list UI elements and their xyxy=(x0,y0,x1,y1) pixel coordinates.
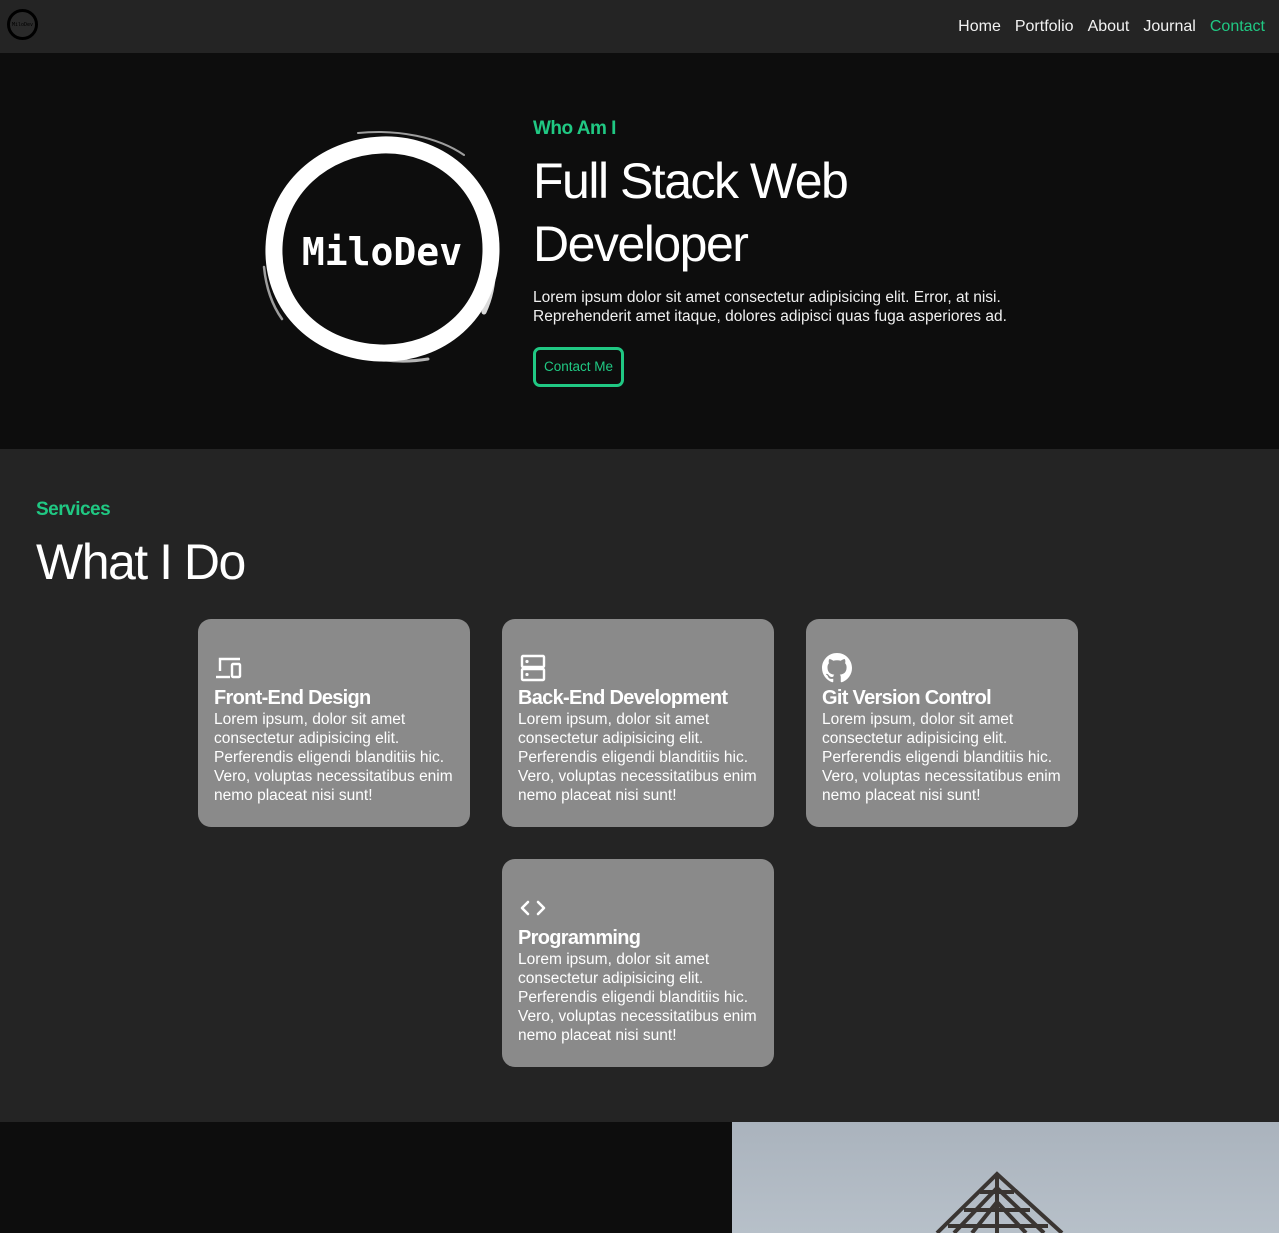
nav-link-contact[interactable]: Contact xyxy=(1210,17,1265,37)
building-photo xyxy=(732,1122,1279,1233)
nav-link-journal[interactable]: Journal xyxy=(1143,17,1195,37)
card-title: Back-End Development xyxy=(518,687,728,709)
card-title: Programming xyxy=(518,927,641,949)
card-title: Git Version Control xyxy=(822,687,992,709)
services-section: Services What I Do Front-End Design Lore… xyxy=(0,449,1279,1122)
milodev-brush-logo: MiloDev xyxy=(262,130,500,363)
hero-logo-text: MiloDev xyxy=(302,230,462,274)
nav-link-home[interactable]: Home xyxy=(958,17,1001,37)
service-card-backend[interactable]: Back-End Development Lorem ipsum, dolor … xyxy=(502,619,774,827)
github-icon xyxy=(822,653,852,683)
devices-icon xyxy=(216,657,242,679)
about-section-preview xyxy=(0,1122,1279,1233)
card-description: Lorem ipsum, dolor sit amet consectetur … xyxy=(214,711,453,804)
services-eyebrow: Services xyxy=(36,499,111,520)
nav-logo[interactable]: MiloDev xyxy=(7,9,38,40)
building-structure-image xyxy=(935,1171,1064,1233)
card-description: Lorem ipsum, dolor sit amet consectetur … xyxy=(822,711,1061,804)
hero-text: Who Am I Full Stack Web Developer Lorem … xyxy=(533,117,1053,387)
service-card-git[interactable]: Git Version Control Lorem ipsum, dolor s… xyxy=(806,619,1078,827)
card-description: Lorem ipsum, dolor sit amet consectetur … xyxy=(518,951,757,1044)
contact-me-button[interactable]: Contact Me xyxy=(533,347,625,387)
card-title: Front-End Design xyxy=(214,687,371,709)
service-card-programming[interactable]: Programming Lorem ipsum, dolor sit amet … xyxy=(502,859,774,1067)
hero-description: Lorem ipsum dolor sit amet consectetur a… xyxy=(533,289,1007,325)
top-navbar: MiloDev Home Portfolio About Journal Con… xyxy=(0,0,1279,53)
hero-title: Full Stack Web Developer xyxy=(533,153,849,272)
nav-links: Home Portfolio About Journal Contact xyxy=(958,17,1265,37)
services-title: What I Do xyxy=(36,534,246,590)
nav-logo-text: MiloDev xyxy=(11,21,34,28)
hero-section: MiloDev Who Am I Full Stack Web Develope… xyxy=(0,53,1279,449)
code-icon xyxy=(520,900,546,916)
hero-eyebrow: Who Am I xyxy=(533,118,616,139)
service-card-frontend[interactable]: Front-End Design Lorem ipsum, dolor sit … xyxy=(198,619,470,827)
nav-link-portfolio[interactable]: Portfolio xyxy=(1015,17,1074,37)
nav-link-about[interactable]: About xyxy=(1088,17,1130,37)
card-description: Lorem ipsum, dolor sit amet consectetur … xyxy=(518,711,757,804)
server-icon xyxy=(520,654,546,682)
